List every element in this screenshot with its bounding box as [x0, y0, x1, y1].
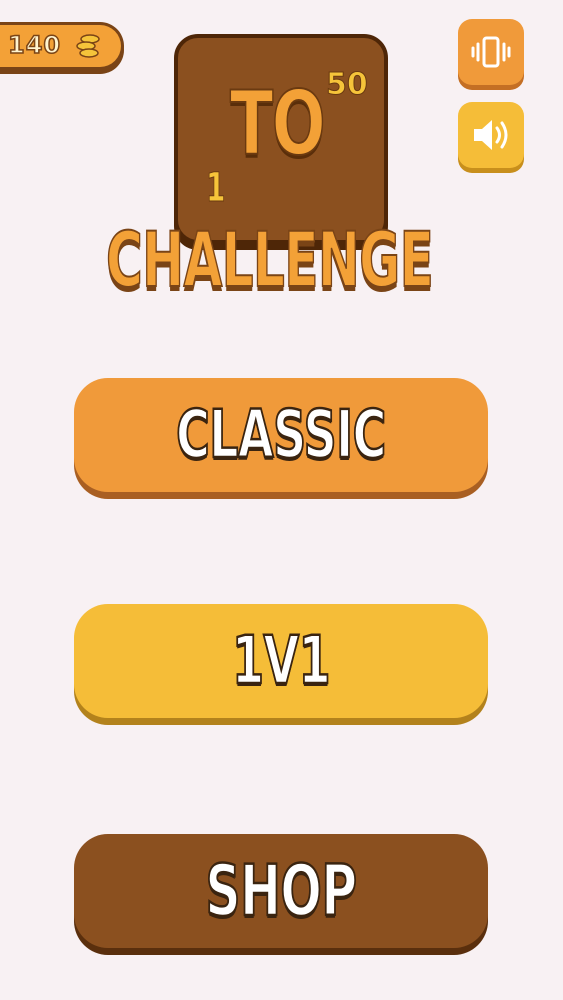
coin-counter: 140 — [0, 22, 124, 70]
shop-button[interactable]: SHOP — [74, 834, 488, 948]
shop-label: SHOP — [205, 850, 359, 932]
vibrate-button[interactable] — [458, 19, 524, 85]
logo-to-text: TO — [229, 72, 326, 175]
speaker-icon — [474, 120, 508, 150]
logo-fifty-text: 50 — [326, 67, 369, 102]
classic-button[interactable]: CLASSIC — [74, 378, 488, 492]
coin-count: 140 — [7, 30, 62, 60]
sound-button[interactable] — [458, 102, 524, 168]
vibrate-icon — [471, 36, 511, 68]
logo-one-text: 1 — [206, 165, 226, 211]
classic-label: CLASSIC — [175, 396, 387, 473]
versus-button[interactable]: 1V1 — [74, 604, 488, 718]
coin-stack-icon — [72, 30, 104, 62]
logo-challenge-text: CHALLENGE — [105, 215, 434, 304]
logo-badge: TO 1 50 — [174, 34, 388, 244]
versus-label: 1V1 — [231, 622, 331, 699]
